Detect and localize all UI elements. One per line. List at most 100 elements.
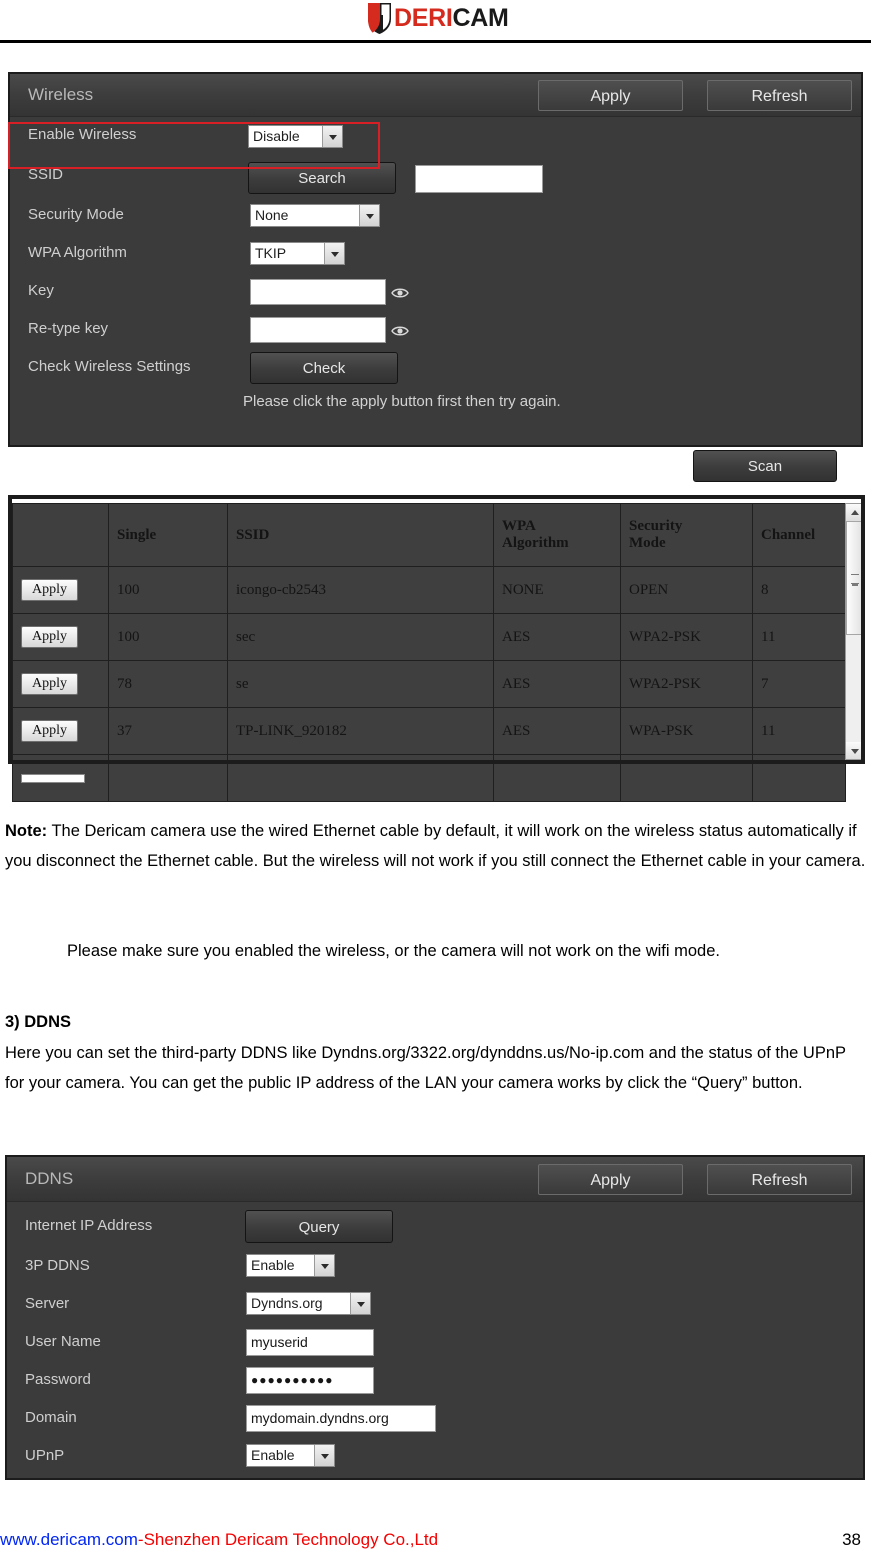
upnp-value: Enable <box>251 1447 295 1463</box>
ddns-panel: DDNS Apply Refresh Internet IP Address Q… <box>5 1155 865 1480</box>
retype-key-label: Re-type key <box>28 320 109 337</box>
show-key-icon[interactable] <box>391 286 409 298</box>
row-apply-button[interactable]: Apply <box>21 579 78 601</box>
ddns-panel-titlebar: DDNS Apply Refresh <box>7 1157 863 1202</box>
row-internet-ip-address: Internet IP Address Query <box>7 1208 863 1246</box>
row-retype-key: Re-type key <box>10 311 861 349</box>
note-label: Note: <box>5 822 48 840</box>
key-input[interactable] <box>250 279 386 305</box>
row-apply-button[interactable]: Apply <box>21 720 78 742</box>
user-name-label: User Name <box>25 1333 101 1350</box>
dericam-logo: DERICAM <box>368 2 509 34</box>
chevron-down-icon[interactable] <box>314 1445 334 1466</box>
chevron-down-icon[interactable] <box>350 1293 370 1314</box>
chevron-down-icon[interactable] <box>322 126 342 147</box>
wireless-apply-button[interactable]: Apply <box>538 80 683 111</box>
row-wpa: AES <box>493 660 621 708</box>
footer-company-name: -Shenzhen Dericam Technology Co.,Ltd <box>137 1530 439 1549</box>
chevron-down-icon[interactable] <box>324 243 344 264</box>
row-check-wireless-settings: Check Wireless Settings Check <box>10 349 861 387</box>
footer-website-link[interactable]: www.dericam.com <box>0 1530 138 1549</box>
note-body: The Dericam camera use the wired Etherne… <box>5 822 866 870</box>
row-domain: Domain mydomain.dyndns.org <box>7 1400 863 1438</box>
enable-wireless-select[interactable]: Disable <box>248 125 343 148</box>
3p-ddns-select[interactable]: Enable <box>246 1254 335 1277</box>
internet-ip-label: Internet IP Address <box>25 1217 153 1234</box>
check-button[interactable]: Check <box>250 352 398 384</box>
col-header-action <box>12 503 109 567</box>
row-password: Password ●●●●●●●●●● <box>7 1362 863 1400</box>
page-header: DERICAM <box>0 0 871 43</box>
row-wpa: NONE <box>493 566 621 614</box>
user-name-input[interactable]: myuserid <box>246 1329 374 1356</box>
query-button[interactable]: Query <box>245 1210 393 1243</box>
scan-table-bottom-border <box>8 760 865 764</box>
retype-key-input[interactable] <box>250 317 386 343</box>
3p-ddns-value: Enable <box>251 1257 295 1273</box>
ddns-panel-title: DDNS <box>25 1169 74 1188</box>
chevron-down-icon[interactable] <box>314 1255 334 1276</box>
row-channel: 8 <box>752 566 846 614</box>
col-header-ssid: SSID <box>227 503 494 567</box>
table-header-row: Single SSID WPA Algorithm Security Mode Ch… <box>12 503 846 567</box>
section-paragraph-ddns: Here you can set the third-party DDNS li… <box>5 1038 867 1098</box>
row-channel: 11 <box>752 613 846 661</box>
page-number: 38 <box>842 1530 861 1549</box>
row-security: WPA-PSK <box>620 707 753 755</box>
row-ssid: icongo-cb2543 <box>227 566 494 614</box>
row-ssid: sec <box>227 613 494 661</box>
ssid-label: SSID <box>28 166 64 183</box>
scan-button[interactable]: Scan <box>693 450 837 482</box>
row-action-cell: Apply <box>12 613 109 661</box>
row-ssid: se <box>227 660 494 708</box>
ddns-apply-button[interactable]: Apply <box>538 1164 683 1195</box>
server-select[interactable]: Dyndns.org <box>246 1292 371 1315</box>
row-action-cell: Apply <box>12 566 109 614</box>
header-divider <box>0 40 871 43</box>
wireless-refresh-button[interactable]: Refresh <box>707 80 852 111</box>
password-label: Password <box>25 1371 91 1388</box>
row-apply-button[interactable]: Apply <box>21 626 78 648</box>
row-single: 100 <box>108 566 228 614</box>
security-mode-select[interactable]: None <box>250 204 380 227</box>
ssid-search-button[interactable]: Search <box>248 162 396 194</box>
wireless-panel: Wireless Apply Refresh Enable Wireless D… <box>8 72 863 447</box>
security-mode-value: None <box>255 207 289 223</box>
row-single: 100 <box>108 613 228 661</box>
table-row: Apply 100 icongo-cb2543 NONE OPEN 8 <box>12 566 846 614</box>
logo-text-deri: DERI <box>394 3 453 32</box>
wireless-panel-titlebar: Wireless Apply Refresh <box>10 74 861 117</box>
wireless-hint-message: Please click the apply button first then… <box>243 393 561 410</box>
row-key: Key <box>10 273 861 311</box>
page-footer: www.dericam.com-Shenzhen Dericam Technol… <box>0 1530 871 1550</box>
enable-wireless-value: Disable <box>253 128 300 144</box>
row-apply-button[interactable]: Apply <box>21 673 78 695</box>
table-row: Apply 78 se AES WPA2-PSK 7 <box>12 660 846 708</box>
row-security: WPA2-PSK <box>620 660 753 708</box>
row-apply-button-partial[interactable] <box>21 773 85 783</box>
ssid-input[interactable] <box>415 165 543 193</box>
3p-ddns-label: 3P DDNS <box>25 1257 90 1274</box>
wireless-panel-title: Wireless <box>28 85 94 104</box>
logo-text-cam: CAM <box>452 3 509 32</box>
section-heading-text: 3) DDNS <box>5 1013 72 1031</box>
wpa-algorithm-value: TKIP <box>255 245 287 261</box>
row-server: Server Dyndns.org <box>7 1286 863 1324</box>
domain-input[interactable]: mydomain.dyndns.org <box>246 1405 436 1432</box>
row-ssid: SSID Search <box>10 157 861 195</box>
enable-wireless-label: Enable Wireless <box>28 126 137 143</box>
note-second-body: Please make sure you enabled the wireles… <box>67 942 720 960</box>
upnp-select[interactable]: Enable <box>246 1444 335 1467</box>
password-input[interactable]: ●●●●●●●●●● <box>246 1367 374 1394</box>
row-action-cell: Apply <box>12 660 109 708</box>
row-wpa: AES <box>493 707 621 755</box>
wpa-algorithm-select[interactable]: TKIP <box>250 242 345 265</box>
section-heading-ddns: 3) DDNS <box>5 1007 871 1037</box>
ddns-refresh-button[interactable]: Refresh <box>707 1164 852 1195</box>
chevron-down-icon[interactable] <box>359 205 379 226</box>
row-action-cell: Apply <box>12 707 109 755</box>
row-upnp: UPnP Enable <box>7 1438 863 1476</box>
show-retype-key-icon[interactable] <box>391 324 409 336</box>
row-single: 78 <box>108 660 228 708</box>
security-mode-label: Security Mode <box>28 206 124 223</box>
